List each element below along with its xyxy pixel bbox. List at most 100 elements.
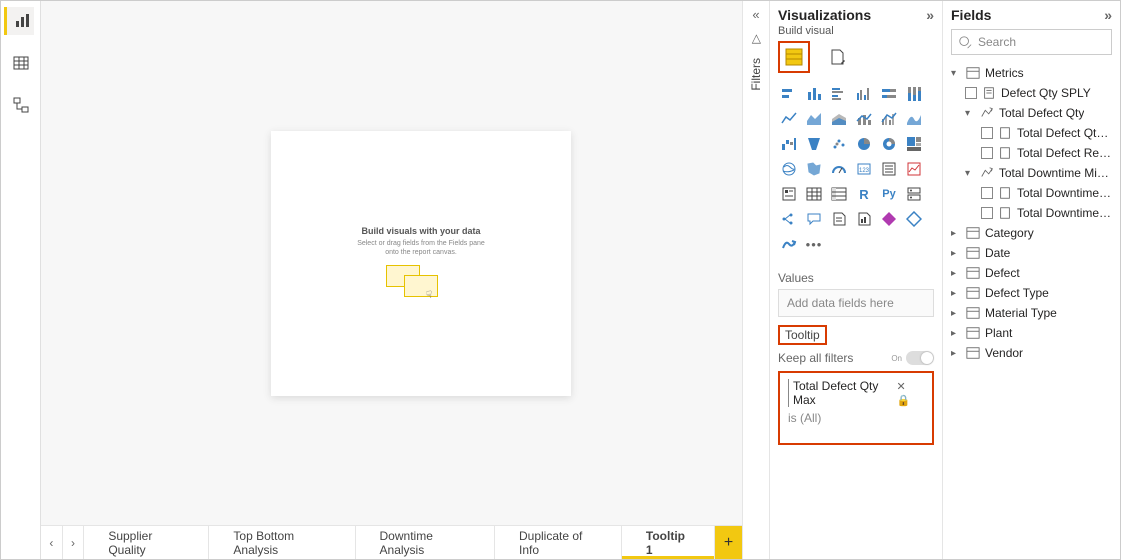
field-group-total-downtime-min[interactable]: Total Downtime Min... [951, 163, 1112, 183]
filter-state: is (All) [788, 411, 924, 425]
expand-filters-icon[interactable]: « [752, 7, 759, 22]
values-drop-zone[interactable]: Add data fields here [778, 289, 934, 317]
viz-python[interactable]: Py [878, 183, 900, 205]
keep-filters-label: Keep all filters [778, 351, 853, 365]
table-defect[interactable]: Defect [951, 263, 1112, 283]
checkbox[interactable] [981, 147, 993, 159]
keep-filters-toggle[interactable] [906, 351, 934, 365]
build-visual-button[interactable] [778, 41, 810, 73]
table-category[interactable]: Category [951, 223, 1112, 243]
viz-pie[interactable] [853, 133, 875, 155]
fields-search[interactable]: Search [951, 29, 1112, 55]
tab-supplier-quality[interactable]: Supplier Quality [84, 526, 209, 559]
viz-r-script[interactable]: R [853, 183, 875, 205]
tooltip-filter-card[interactable]: Total Defect Qty Max ✕ 🔒 is (All) [778, 371, 934, 445]
tab-downtime-analysis[interactable]: Downtime Analysis [356, 526, 495, 559]
viz-stacked-bar[interactable] [778, 83, 800, 105]
field-total-defect-rep[interactable]: Total Defect Rep... [951, 143, 1112, 163]
format-visual-button[interactable] [822, 41, 854, 73]
checkbox[interactable] [981, 127, 993, 139]
field-label: Total Downtime ... [1017, 186, 1112, 200]
viz-clustered-column[interactable] [853, 83, 875, 105]
viz-decomposition-tree[interactable] [778, 208, 800, 230]
viz-card[interactable]: 123 [853, 158, 875, 180]
viz-line-stacked-column[interactable] [853, 108, 875, 130]
viz-scatter[interactable] [828, 133, 850, 155]
viz-table[interactable] [803, 183, 825, 205]
canvas-zone[interactable]: Build visuals with your data Select or d… [41, 1, 742, 525]
checkbox[interactable] [965, 87, 977, 99]
viz-ribbon[interactable] [903, 108, 925, 130]
viz-smart-narrative[interactable] [828, 208, 850, 230]
table-metrics[interactable]: Metrics [951, 63, 1112, 83]
viz-area[interactable] [803, 108, 825, 130]
viz-stacked-column[interactable] [803, 83, 825, 105]
viz-arcgis[interactable] [778, 233, 800, 255]
viz-slicer[interactable] [778, 183, 800, 205]
tab-duplicate-of-info[interactable]: Duplicate of Info [495, 526, 622, 559]
viz-more[interactable]: ••• [803, 233, 825, 255]
viz-treemap[interactable] [903, 133, 925, 155]
table-icon [966, 286, 980, 300]
checkbox[interactable] [981, 187, 993, 199]
viz-line[interactable] [778, 108, 800, 130]
visualizations-pane: Visualizations » Build visual [770, 1, 943, 559]
viz-power-apps[interactable] [878, 208, 900, 230]
tab-tooltip-1[interactable]: Tooltip 1 [622, 526, 715, 559]
tabs-next[interactable]: › [63, 526, 85, 559]
viz-clustered-bar[interactable] [828, 83, 850, 105]
viz-line-clustered-column[interactable] [878, 108, 900, 130]
lock-filter-icon[interactable]: 🔒 [897, 395, 911, 407]
report-view-button[interactable] [4, 7, 34, 35]
viz-waterfall[interactable] [778, 133, 800, 155]
viz-funnel[interactable] [803, 133, 825, 155]
table-icon [966, 346, 980, 360]
viz-100-stacked-bar[interactable] [878, 83, 900, 105]
tabs-prev[interactable]: ‹ [41, 526, 63, 559]
add-page-button[interactable]: + [715, 526, 742, 559]
viz-donut[interactable] [878, 133, 900, 155]
table-icon [966, 66, 980, 80]
viz-100-stacked-column[interactable] [903, 83, 925, 105]
viz-qa[interactable] [803, 208, 825, 230]
collapse-viz-icon[interactable]: » [926, 7, 934, 23]
table-label: Metrics [985, 66, 1024, 80]
page-tabs: ‹ › Supplier Quality Top Bottom Analysis… [41, 525, 742, 559]
report-page[interactable]: Build visuals with your data Select or d… [271, 131, 571, 396]
filters-collapsed-pane[interactable]: « ▷ Filters [742, 1, 770, 559]
tab-top-bottom-analysis[interactable]: Top Bottom Analysis [209, 526, 355, 559]
table-material-type[interactable]: Material Type [951, 303, 1112, 323]
table-label: Category [985, 226, 1034, 240]
field-defect-qty-sply[interactable]: Defect Qty SPLY [951, 83, 1112, 103]
hierarchy-icon [980, 106, 994, 120]
table-vendor[interactable]: Vendor [951, 343, 1112, 363]
remove-filter-icon[interactable]: ✕ [897, 381, 906, 393]
field-total-downtime-a[interactable]: Total Downtime ... [951, 183, 1112, 203]
viz-paginated-report[interactable] [853, 208, 875, 230]
field-group-total-defect-qty[interactable]: Total Defect Qty [951, 103, 1112, 123]
checkbox[interactable] [981, 207, 993, 219]
table-defect-type[interactable]: Defect Type [951, 283, 1112, 303]
viz-key-influencers[interactable] [903, 183, 925, 205]
model-view-button[interactable] [6, 91, 36, 119]
chevron-right-icon [951, 348, 961, 359]
empty-graphic: ☟ [386, 265, 456, 305]
viz-matrix[interactable] [828, 183, 850, 205]
search-placeholder: Search [978, 35, 1016, 49]
viz-gauge[interactable] [828, 158, 850, 180]
viz-stacked-area[interactable] [828, 108, 850, 130]
build-visual-icon [785, 48, 803, 66]
viz-multi-row-card[interactable] [878, 158, 900, 180]
viz-filled-map[interactable] [803, 158, 825, 180]
viz-kpi[interactable] [903, 158, 925, 180]
data-view-button[interactable] [6, 49, 36, 77]
viz-map[interactable] [778, 158, 800, 180]
table-date[interactable]: Date [951, 243, 1112, 263]
field-total-downtime-b[interactable]: Total Downtime ... [951, 203, 1112, 223]
viz-power-automate[interactable] [903, 208, 925, 230]
table-plant[interactable]: Plant [951, 323, 1112, 343]
collapse-fields-icon[interactable]: » [1104, 7, 1112, 23]
viz-pane-header: Visualizations » [778, 7, 934, 23]
field-total-defect-qty-a[interactable]: Total Defect Qty ... [951, 123, 1112, 143]
measure-icon [982, 86, 996, 100]
